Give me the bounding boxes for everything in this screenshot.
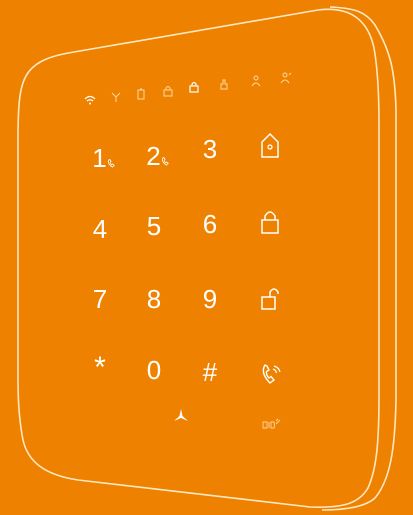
person-icon (251, 75, 261, 87)
key-5[interactable]: 5 (136, 208, 172, 244)
disarm-unlock-icon (261, 288, 279, 310)
key-7[interactable]: 7 (82, 281, 118, 317)
key-8-label: 8 (146, 284, 162, 314)
status-indicator-row (80, 72, 295, 108)
key-0-label: 0 (146, 355, 162, 385)
battery-icon (137, 88, 145, 100)
key-2-label: 2 (146, 141, 161, 171)
key-0[interactable]: 0 (136, 352, 172, 388)
key-star-label: * (94, 351, 106, 384)
key-6-label: 6 (202, 209, 218, 239)
key-1[interactable]: 1 (86, 140, 122, 176)
rfid-icon[interactable] (262, 418, 284, 430)
key-8[interactable]: 8 (136, 281, 172, 317)
phone-small-icon (161, 156, 169, 166)
key-1-label: 1 (92, 143, 107, 173)
key-2[interactable]: 2 (140, 138, 176, 174)
key-3[interactable]: 3 (192, 131, 228, 167)
key-star[interactable]: * (82, 350, 118, 386)
key-hash-label: # (202, 357, 218, 387)
signal-icon (111, 92, 121, 102)
home-arm-key[interactable] (252, 127, 288, 163)
phone-small-icon (107, 158, 115, 168)
hand-icon (220, 79, 228, 90)
wifi-icon (84, 95, 96, 105)
key-3-label: 3 (202, 134, 218, 164)
keypad-device-scene: 1 2 3 4 5 6 7 8 9 * 0 # (0, 0, 413, 515)
key-7-label: 7 (92, 284, 108, 314)
disarm-key[interactable] (252, 280, 288, 316)
arm-lock-icon (261, 211, 279, 234)
call-key[interactable] (253, 356, 289, 392)
key-hash[interactable]: # (192, 354, 228, 390)
home-arm-icon (261, 132, 279, 158)
arm-key[interactable] (252, 204, 288, 240)
fan-logo-icon (174, 409, 188, 421)
person-icon (280, 72, 292, 84)
phone-call-icon (262, 364, 281, 384)
key-9-label: 9 (202, 284, 218, 314)
lock-icon (189, 81, 199, 93)
lock-icon (163, 86, 173, 97)
key-4[interactable]: 4 (82, 211, 118, 247)
key-6[interactable]: 6 (192, 206, 228, 242)
key-9[interactable]: 9 (192, 281, 228, 317)
key-5-label: 5 (146, 211, 162, 241)
key-4-label: 4 (92, 214, 108, 244)
